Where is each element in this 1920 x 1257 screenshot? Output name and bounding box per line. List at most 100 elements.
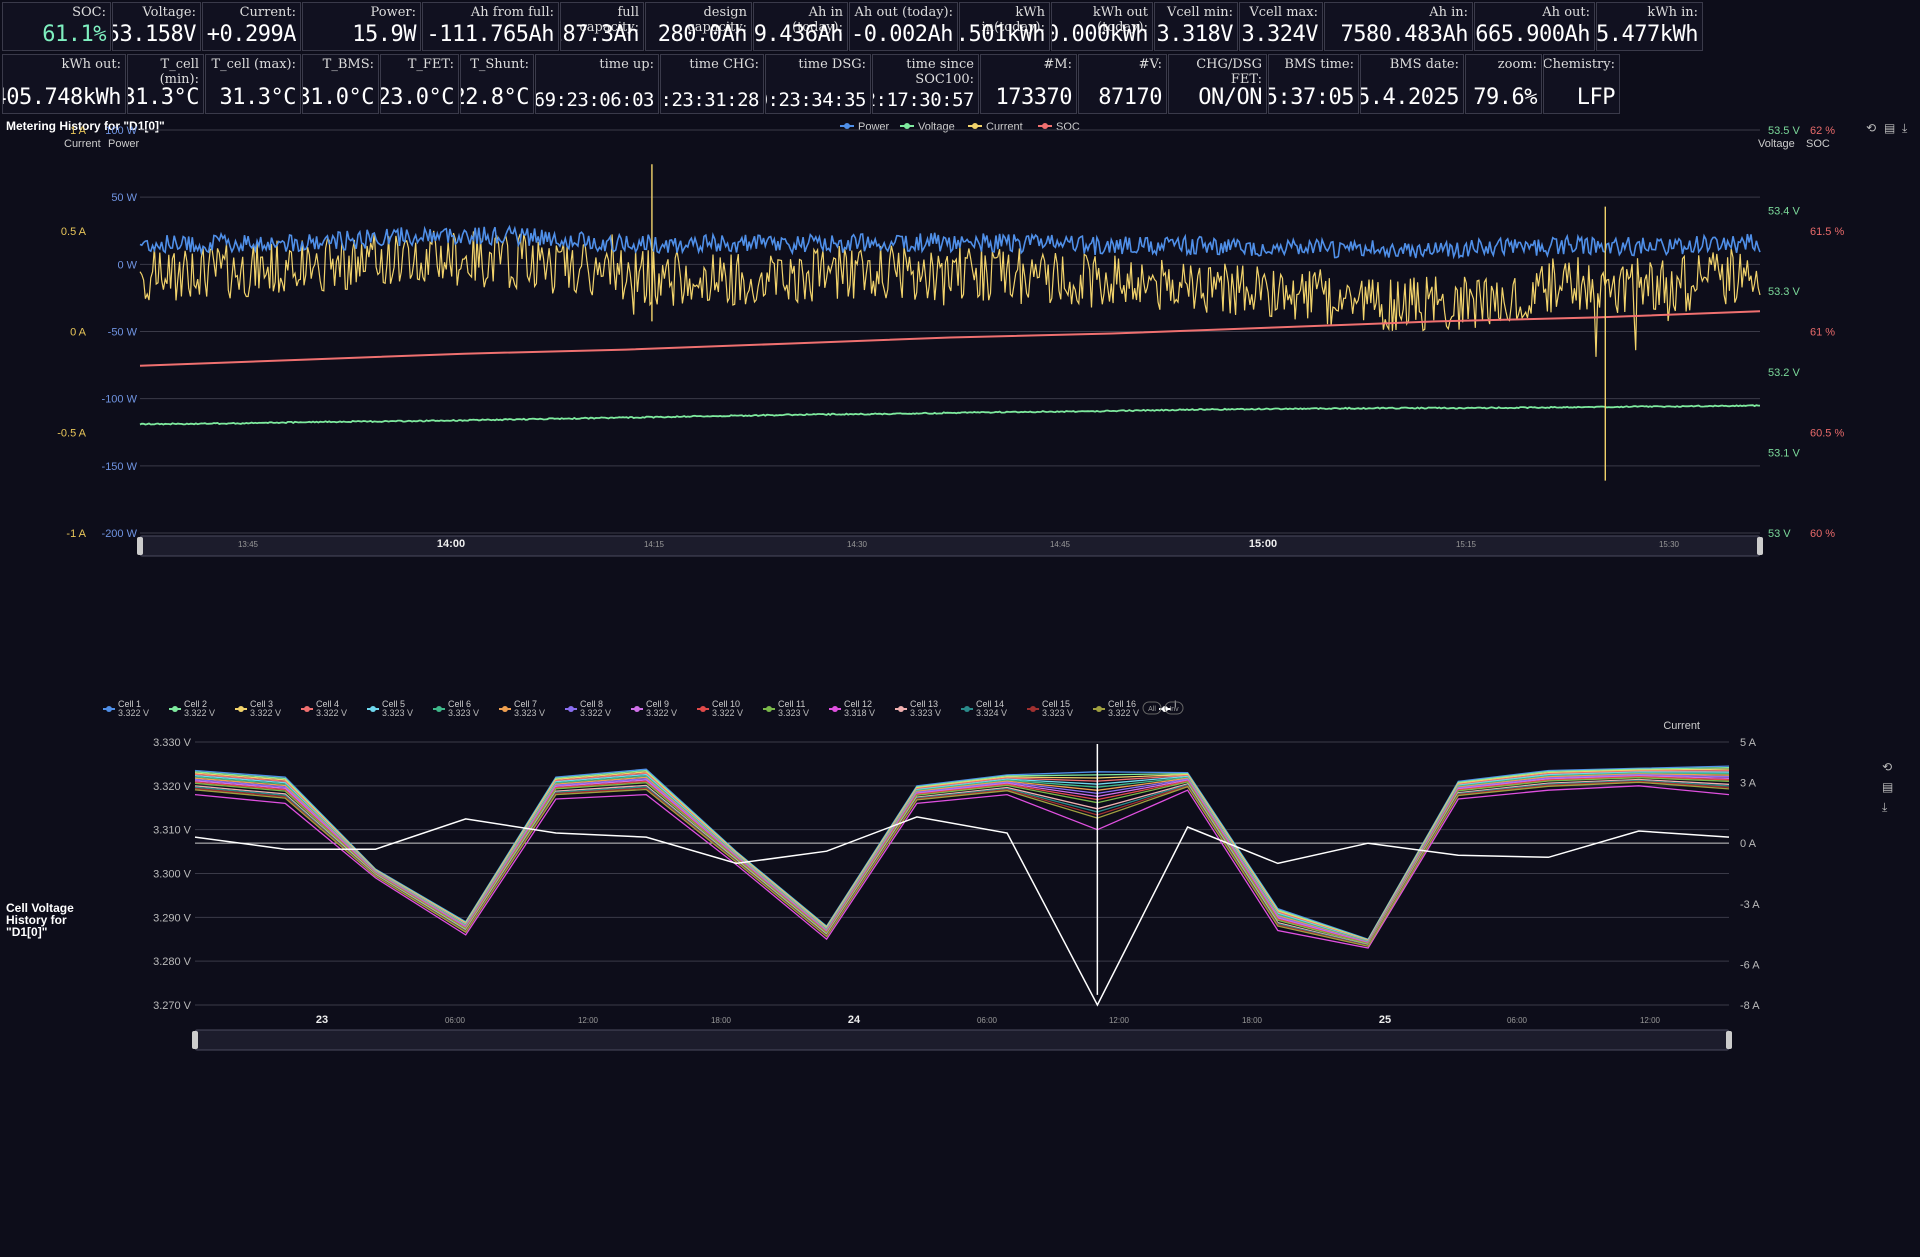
stat-tile: Ah in (today): 9.436Ah xyxy=(753,2,848,51)
metering-history-chart[interactable]: Power Voltage Current SOC Current Power Voltag… xyxy=(0,116,1920,686)
stat-tile: kWh in: 405.477kWh xyxy=(1596,2,1703,51)
power-tick-label: -150 W xyxy=(102,461,138,473)
stat-tile: CHG/DSG FET: ON/ON xyxy=(1168,54,1267,114)
soc-tick-label: 61.5 % xyxy=(1810,226,1844,238)
stat-value: 3.318V xyxy=(1156,22,1234,47)
cell-legend-value: 3.322 V xyxy=(1108,708,1139,718)
legend-label: Current xyxy=(986,121,1023,133)
x-tick-label: 06:00 xyxy=(445,1016,466,1025)
cell-legend-marker xyxy=(1096,706,1102,712)
stat-tile: time up: 1:069:23:06:03 xyxy=(535,54,659,114)
navigator-handle-right[interactable] xyxy=(1726,1031,1732,1049)
navigator-handle-right[interactable] xyxy=(1757,537,1763,555)
stat-tile: kWh out: -405.748kWh xyxy=(2,54,126,114)
series-power xyxy=(139,224,1761,260)
navigator-track xyxy=(194,1029,1730,1051)
cell-series-line xyxy=(194,776,1730,945)
current-series-line xyxy=(194,816,1730,1007)
stat-tile: full capacity:287.3Ah xyxy=(560,2,644,51)
stat-tile: BMS date: 25.4.2025 xyxy=(1360,54,1464,114)
cell-legend-value: 3.322 V xyxy=(184,708,215,718)
navigator-tick-label: 15:30 xyxy=(1659,540,1680,549)
cell-legend-marker xyxy=(172,706,178,712)
stat-label: kWh out: xyxy=(61,57,121,72)
cell-legend-value: 3.322 V xyxy=(646,708,677,718)
stat-label: Vcell min: xyxy=(1166,5,1233,20)
cell-legend-value: 3.322 V xyxy=(580,708,611,718)
cell-legend-marker xyxy=(370,706,376,712)
cell-legend-value: 3.322 V xyxy=(712,708,743,718)
cell-legend-value: 3.322 V xyxy=(250,708,281,718)
current-tick-label: 0 A xyxy=(70,327,87,339)
cell-legend-marker xyxy=(700,706,706,712)
current-tick-label: -6 A xyxy=(1740,960,1760,972)
stat-value: 280.0Ah xyxy=(657,22,748,47)
cell-legend-marker xyxy=(634,706,640,712)
voltage-tick-label: 3.310 V xyxy=(153,825,192,837)
voltage-tick-label: 53.3 V xyxy=(1768,286,1800,298)
power-tick-label: -50 W xyxy=(108,327,138,339)
stat-label: time since SOC100: xyxy=(906,57,974,87)
stat-label: Vcell max: xyxy=(1249,5,1318,20)
stat-tile: Ah out: -7665.900Ah xyxy=(1474,2,1595,51)
stat-label: BMS date: xyxy=(1389,57,1459,72)
stat-tile: T_BMS: 31.0°C xyxy=(302,54,379,114)
stat-label: zoom: xyxy=(1497,57,1537,72)
current-tick-label: -1 A xyxy=(66,528,86,540)
cell-series-line xyxy=(194,780,1730,947)
cell-legend-marker xyxy=(304,706,310,712)
stat-label: Ah out: xyxy=(1542,5,1590,20)
stat-value: 79.6% xyxy=(1473,85,1537,110)
navigator-handle-left[interactable] xyxy=(192,1031,198,1049)
stat-label: BMS time: xyxy=(1284,57,1354,72)
x-tick-label: 18:00 xyxy=(1242,1016,1263,1025)
navigator-tick-label: 15:00 xyxy=(1249,538,1277,550)
x-tick-label: 23 xyxy=(316,1014,328,1026)
legend-marker xyxy=(844,123,850,129)
stat-label: kWh in: xyxy=(1647,5,1698,20)
soc-tick-label: 61 % xyxy=(1810,327,1835,339)
stat-tile: kWh in(today):0.501kWh xyxy=(959,2,1050,51)
stat-tile: SOC: 61.1% xyxy=(2,2,111,51)
cell-legend-marker xyxy=(1030,706,1036,712)
stat-tile: Ah from full: -111.765Ah xyxy=(422,2,559,51)
stat-tile: T_Shunt: 22.8°C xyxy=(460,54,534,114)
stat-label: #V: xyxy=(1138,57,1162,72)
stat-tile: time CHG: 133:23:31:28 xyxy=(660,54,764,114)
stat-label: Ah from full: xyxy=(470,5,554,20)
x-tick-label: 12:00 xyxy=(1640,1016,1661,1025)
stat-value: 31.0°C xyxy=(302,85,375,110)
stat-label: T_Shunt: xyxy=(470,57,529,72)
stat-tile: design capacity: 280.0Ah xyxy=(645,2,752,51)
stat-value: 15.9W xyxy=(352,22,416,47)
stat-tile: Vcell max: 3.324V xyxy=(1239,2,1323,51)
stat-value: -0.002Ah xyxy=(851,22,953,47)
x-tick-label: 12:00 xyxy=(578,1016,599,1025)
cell-legend-value: 3.323 V xyxy=(382,708,413,718)
cell-legend-marker xyxy=(568,706,574,712)
cell-legend-value: 3.323 V xyxy=(778,708,809,718)
navigator-tick-label: 14:45 xyxy=(1050,540,1071,549)
cell-legend-marker xyxy=(502,706,508,712)
stat-label: Current: xyxy=(239,5,296,20)
cell-legend-marker xyxy=(766,706,772,712)
navigator-tick-label: 14:00 xyxy=(437,538,465,550)
navigator-tick-label: 15:15 xyxy=(1456,540,1477,549)
voltage-tick-label: 3.320 V xyxy=(153,781,192,793)
legend-marker xyxy=(904,123,910,129)
navigator-handle-left[interactable] xyxy=(137,537,143,555)
x-tick-label: 06:00 xyxy=(1507,1016,1528,1025)
stat-label: time CHG: xyxy=(689,57,759,72)
axis-header-current: Current xyxy=(1663,720,1700,732)
stat-value: -111.765Ah xyxy=(426,22,555,47)
cell-legend-value: 3.322 V xyxy=(316,708,347,718)
legend-marker xyxy=(1042,123,1048,129)
voltage-tick-label: 53 V xyxy=(1768,528,1791,540)
stat-label: Ah out (today): xyxy=(854,5,953,20)
cell-series-line xyxy=(194,777,1730,945)
cell-voltage-history-chart[interactable]: Cell 13.322 VCell 23.322 VCell 33.322 VC… xyxy=(0,686,1920,1257)
stat-tile: T_cell (max): 31.3°C xyxy=(205,54,301,114)
current-tick-label: 0 A xyxy=(1740,838,1757,850)
power-tick-label: -100 W xyxy=(102,394,138,406)
stat-label: time DSG: xyxy=(798,57,866,72)
